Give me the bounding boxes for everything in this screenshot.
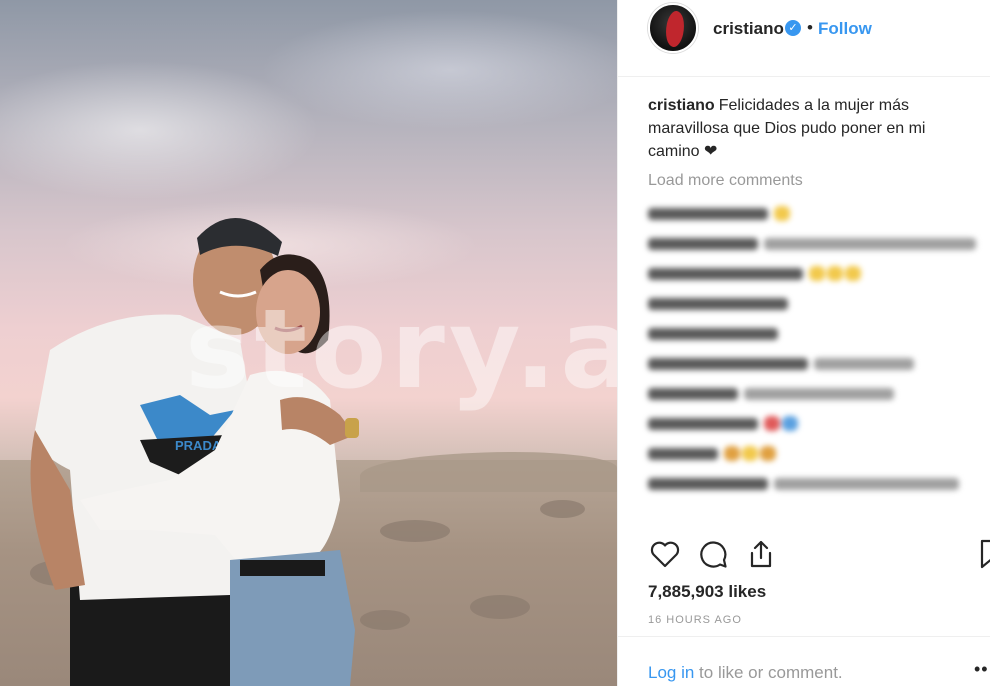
comment-username-blur xyxy=(648,418,758,430)
emoji-blur xyxy=(809,266,825,281)
load-more-comments-button[interactable]: Load more comments xyxy=(648,172,803,190)
blurred-comment xyxy=(646,260,990,290)
caption-username[interactable]: cristiano xyxy=(648,97,715,114)
blurred-comment xyxy=(646,320,990,350)
comment-username-blur xyxy=(648,298,788,310)
comment-username-blur xyxy=(648,358,808,370)
emoji-blur xyxy=(827,266,843,281)
post-header: cristiano ✓ • Follow xyxy=(618,0,990,77)
blurred-comment xyxy=(646,230,990,260)
emoji-blur xyxy=(782,416,798,431)
comment-text-blur xyxy=(764,238,976,250)
comment-username-blur xyxy=(648,478,768,490)
verified-badge-icon: ✓ xyxy=(785,20,801,36)
follow-button[interactable]: Follow xyxy=(818,19,872,39)
action-bar xyxy=(648,537,990,573)
blurred-comment xyxy=(646,290,990,320)
couple-figure: PRADA xyxy=(30,217,359,686)
emoji-blur xyxy=(742,446,758,461)
comments-list xyxy=(646,200,990,500)
header-username[interactable]: cristiano xyxy=(713,19,784,39)
avatar[interactable] xyxy=(648,3,698,53)
comment-footer: Log in to like or comment. •• xyxy=(618,636,990,686)
comment-text-blur xyxy=(814,358,914,370)
bush xyxy=(540,500,585,518)
speech-bubble-icon[interactable] xyxy=(696,537,730,571)
comment-text-blur xyxy=(774,478,959,490)
emoji-blur xyxy=(760,446,776,461)
blurred-comment xyxy=(646,410,990,440)
heart-icon[interactable] xyxy=(648,537,682,571)
cloud xyxy=(260,10,617,130)
watermark: story.al xyxy=(185,285,617,413)
share-icon[interactable] xyxy=(744,537,778,571)
comment-text-blur xyxy=(744,388,894,400)
emoji-blur xyxy=(845,266,861,281)
bush xyxy=(470,595,530,619)
likes-count[interactable]: 7,885,903 likes xyxy=(648,582,766,602)
blurred-comment xyxy=(646,350,990,380)
comment-username-blur xyxy=(648,388,738,400)
comment-username-blur xyxy=(648,238,758,250)
login-link[interactable]: Log in xyxy=(648,663,694,682)
blurred-comment xyxy=(646,440,990,470)
emoji-blur xyxy=(724,446,740,461)
login-prompt-text: to like or comment. xyxy=(694,663,843,682)
post-photo[interactable]: PRADA story.al xyxy=(0,0,617,686)
comment-username-blur xyxy=(648,268,803,280)
post-caption: cristiano Felicidades a la mujer más mara… xyxy=(648,94,978,163)
more-options-icon[interactable]: •• xyxy=(974,659,989,680)
emoji-blur xyxy=(774,206,790,221)
bookmark-icon[interactable] xyxy=(978,537,990,571)
comment-username-blur xyxy=(648,448,718,460)
comment-username-blur xyxy=(648,208,768,220)
blurred-comment xyxy=(646,380,990,410)
post-side-panel: cristiano ✓ • Follow cristiano Felicidade… xyxy=(617,0,990,686)
post-timestamp[interactable]: 16 HOURS AGO xyxy=(648,614,742,626)
separator-dot: • xyxy=(807,18,813,37)
login-prompt: Log in to like or comment. xyxy=(648,663,843,683)
comment-username-blur xyxy=(648,328,778,340)
emoji-blur xyxy=(764,416,780,431)
blurred-comment xyxy=(646,200,990,230)
blurred-comment xyxy=(646,470,990,500)
